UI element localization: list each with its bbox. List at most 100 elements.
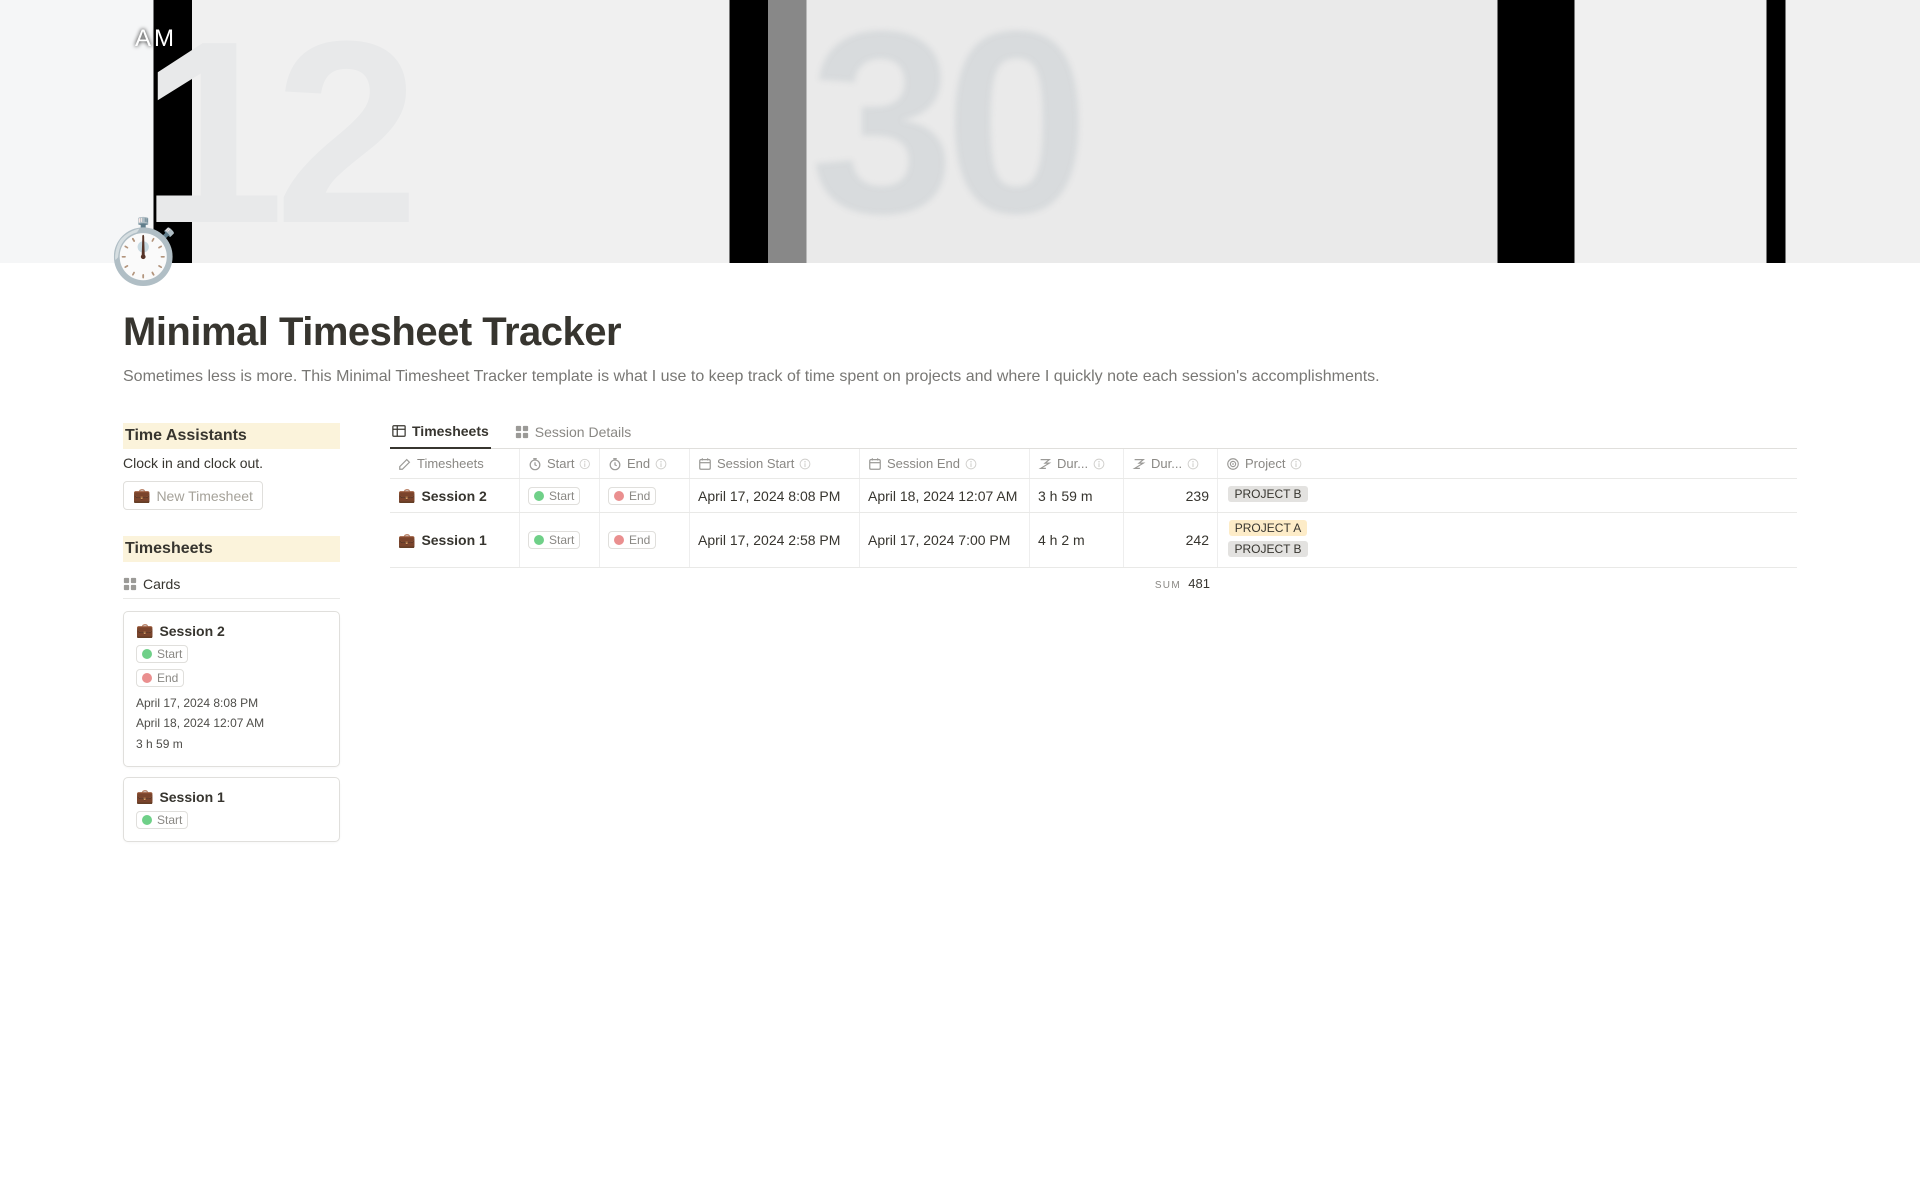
red-dot-icon	[614, 491, 624, 501]
col-duration-num[interactable]: Dur...	[1124, 449, 1218, 478]
col-duration-text[interactable]: Dur...	[1030, 449, 1124, 478]
info-icon	[579, 458, 591, 470]
green-dot-icon	[142, 649, 152, 659]
cell-project[interactable]: PROJECT A PROJECT B	[1218, 513, 1318, 567]
project-tag[interactable]: PROJECT B	[1228, 486, 1307, 502]
col-duration-num-label: Dur...	[1151, 456, 1182, 471]
cell-name[interactable]: 💼Session 2	[390, 479, 520, 512]
col-end[interactable]: End	[600, 449, 690, 478]
briefcase-icon: 💼	[133, 487, 150, 504]
end-button[interactable]: End	[608, 487, 656, 505]
cell-session-end[interactable]: April 18, 2024 12:07 AM	[860, 479, 1030, 512]
page-title[interactable]: Minimal Timesheet Tracker	[123, 310, 1797, 355]
info-icon	[655, 458, 667, 470]
session-card[interactable]: 💼Session 2StartEndApril 17, 2024 8:08 PM…	[123, 611, 340, 767]
info-icon	[799, 458, 811, 470]
cell-end: End	[600, 479, 690, 512]
end-button[interactable]: End	[608, 531, 656, 549]
edit-icon	[398, 457, 412, 471]
col-session-end[interactable]: Session End	[860, 449, 1030, 478]
card-duration: 3 h 59 m	[136, 734, 327, 754]
info-icon	[1093, 458, 1105, 470]
info-icon	[1290, 458, 1302, 470]
cell-project[interactable]: PROJECT B	[1218, 479, 1318, 512]
new-timesheet-button[interactable]: 💼 New Timesheet	[123, 481, 263, 510]
clock-icon	[528, 457, 542, 471]
cell-duration-num[interactable]: 239	[1124, 479, 1218, 512]
info-icon	[1187, 458, 1199, 470]
sum-value: 481	[1188, 576, 1210, 591]
cell-session-start[interactable]: April 17, 2024 8:08 PM	[690, 479, 860, 512]
start-pill[interactable]: Start	[136, 811, 188, 829]
page-icon[interactable]: ⏱️	[104, 221, 182, 284]
col-session-start-label: Session Start	[717, 456, 794, 471]
card-title: Session 1	[159, 789, 224, 805]
calendar-icon	[698, 457, 712, 471]
briefcase-icon: 💼	[136, 622, 153, 639]
table-row[interactable]: 💼Session 2 Start End April 17, 2024 8:08 PM…	[390, 479, 1797, 513]
tab-timesheets-label: Timesheets	[412, 423, 489, 439]
cover-min: 30	[810, 0, 1079, 247]
cell-duration-text[interactable]: 3 h 59 m	[1030, 479, 1124, 512]
tab-session-details-label: Session Details	[535, 424, 632, 440]
briefcase-icon: 💼	[398, 532, 415, 549]
gallery-icon	[123, 577, 137, 591]
start-button[interactable]: Start	[528, 487, 580, 505]
tab-timesheets[interactable]: Timesheets	[390, 423, 491, 449]
start-button[interactable]: Start	[528, 531, 580, 549]
cell-duration-text[interactable]: 4 h 2 m	[1030, 513, 1124, 567]
cell-duration-num[interactable]: 242	[1124, 513, 1218, 567]
table-icon	[392, 424, 406, 438]
cell-session-start[interactable]: April 17, 2024 2:58 PM	[690, 513, 860, 567]
start-pill[interactable]: Start	[136, 645, 188, 663]
page-description[interactable]: Sometimes less is more. This Minimal Tim…	[123, 365, 1523, 389]
cell-start: Start	[520, 513, 600, 567]
gallery-icon	[515, 425, 529, 439]
green-dot-icon	[534, 491, 544, 501]
clock-in-out-text[interactable]: Clock in and clock out.	[123, 455, 340, 471]
green-dot-icon	[142, 815, 152, 825]
heading-timesheets[interactable]: Timesheets	[123, 536, 340, 562]
card-list: 💼Session 2StartEndApril 17, 2024 8:08 PM…	[123, 611, 340, 842]
red-dot-icon	[142, 673, 152, 683]
end-pill[interactable]: End	[136, 669, 184, 687]
tab-session-details[interactable]: Session Details	[513, 423, 634, 448]
cell-session-end[interactable]: April 17, 2024 7:00 PM	[860, 513, 1030, 567]
heading-time-assistants[interactable]: Time Assistants	[123, 423, 340, 449]
card-session-end: April 18, 2024 12:07 AM	[136, 713, 327, 733]
new-timesheet-label: New Timesheet	[156, 488, 252, 504]
card-title: Session 2	[159, 623, 224, 639]
table-row[interactable]: 💼Session 1 Start End April 17, 2024 2:58 PM…	[390, 513, 1797, 568]
sum-label: SUM	[1155, 580, 1181, 591]
formula-icon	[1132, 457, 1146, 471]
project-tag[interactable]: PROJECT A	[1229, 520, 1307, 536]
red-dot-icon	[614, 535, 624, 545]
clock-icon	[608, 457, 622, 471]
project-tag[interactable]: PROJECT B	[1228, 541, 1307, 557]
session-card[interactable]: 💼 Session 1 Start	[123, 777, 340, 842]
cell-name[interactable]: 💼Session 1	[390, 513, 520, 567]
col-duration-text-label: Dur...	[1057, 456, 1088, 471]
col-project[interactable]: Project	[1218, 449, 1318, 478]
briefcase-icon: 💼	[136, 788, 153, 805]
col-end-label: End	[627, 456, 650, 471]
cell-start: Start	[520, 479, 600, 512]
table-sum-row: SUM 481	[390, 568, 1797, 593]
cards-view-toggle[interactable]: Cards	[123, 570, 340, 599]
col-session-end-label: Session End	[887, 456, 960, 471]
calendar-icon	[868, 457, 882, 471]
cover-ampm: AM	[135, 25, 177, 53]
green-dot-icon	[534, 535, 544, 545]
col-timesheets[interactable]: Timesheets	[390, 449, 520, 478]
cell-end: End	[600, 513, 690, 567]
col-session-start[interactable]: Session Start	[690, 449, 860, 478]
col-start[interactable]: Start	[520, 449, 600, 478]
target-icon	[1226, 457, 1240, 471]
timesheet-table: Timesheets Start End Session Star	[390, 449, 1797, 593]
col-start-label: Start	[547, 456, 574, 471]
briefcase-icon: 💼	[398, 487, 415, 504]
info-icon	[965, 458, 977, 470]
col-project-label: Project	[1245, 456, 1285, 471]
table-header-row: Timesheets Start End Session Star	[390, 449, 1797, 479]
database-tabs: Timesheets Session Details	[390, 423, 1797, 449]
